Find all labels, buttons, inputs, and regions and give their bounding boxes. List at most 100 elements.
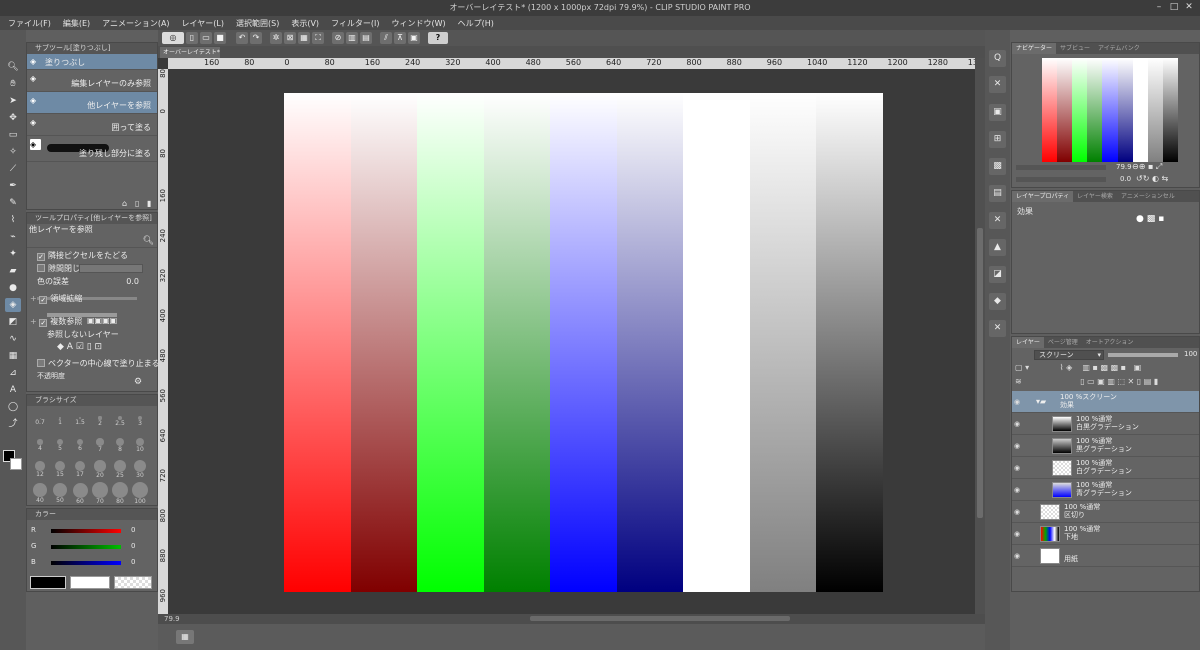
brush-size-preset[interactable]: 20 — [91, 458, 109, 479]
redo-icon[interactable]: ↷ — [250, 32, 262, 44]
balloon-icon[interactable]: ◯ — [5, 400, 21, 414]
maximize-icon[interactable]: □ — [1167, 1, 1181, 14]
eye-icon[interactable]: ◉ — [1014, 398, 1020, 406]
prop-follow-adjacent[interactable]: ✓ 隣接ピクセルをたどる — [27, 250, 157, 263]
fill-tool-icon[interactable]: ◈ — [5, 298, 21, 312]
refer-layers-icons[interactable]: ▣▣▣▣ — [87, 316, 117, 325]
hand-tool-icon[interactable]: ✋︎ — [5, 77, 21, 91]
gradient-icon[interactable]: ◩ — [5, 315, 21, 329]
timeline-icon[interactable]: ▦ — [176, 630, 194, 644]
prop-close-gap[interactable]: 隙間閉じ — [27, 263, 157, 276]
deselect-icon[interactable]: ⊘ — [332, 32, 344, 44]
brush-size-preset[interactable]: 1.5 — [71, 410, 89, 426]
pencil-tool-icon[interactable]: ✎ — [5, 196, 21, 210]
open-file-icon[interactable]: ▭ — [200, 32, 212, 44]
canvas-document[interactable] — [284, 93, 884, 592]
tab-page-manager[interactable]: ページ管理 — [1044, 337, 1082, 348]
channel-value[interactable]: 0 — [131, 542, 135, 550]
scroll-thumb[interactable] — [977, 228, 983, 518]
horizontal-scrollbar[interactable] — [530, 616, 790, 621]
tab-item-bank[interactable]: アイテムバンク — [1094, 43, 1144, 54]
clear-outside-icon[interactable]: ⊠ — [284, 32, 296, 44]
menu-layer[interactable]: レイヤー(L) — [182, 18, 224, 29]
ruler-icon[interactable]: ⊿ — [5, 366, 21, 380]
save-icon[interactable]: ■ — [214, 32, 226, 44]
move-layer-icon[interactable]: ✥ — [5, 111, 21, 125]
text-tool-icon[interactable]: A — [5, 383, 21, 397]
sub-color-chip[interactable] — [70, 576, 110, 589]
vertical-scrollbar[interactable] — [975, 58, 985, 620]
show-selection-icon[interactable]: ▤ — [360, 32, 372, 44]
layer-toolbar[interactable]: ▢ ▾ ⌇ ◈ ▥ ▪ ▩ ▩ ▪ ▣ — [1015, 363, 1197, 375]
color-channel-row[interactable]: G 0 — [31, 542, 155, 552]
menu-window[interactable]: ウィンドウ(W) — [392, 18, 446, 29]
duplicate-subtool-icon[interactable]: ⌂ — [122, 199, 127, 208]
color-channel-row[interactable]: B 0 — [31, 558, 155, 568]
eyedropper-icon[interactable]: ⟋ — [5, 162, 21, 176]
snap-special-ruler-icon[interactable]: ⊼ — [394, 32, 406, 44]
eye-icon[interactable]: ◉ — [1014, 442, 1020, 450]
eye-icon[interactable]: ◉ — [1014, 530, 1020, 538]
brush-size-preset[interactable]: 8 — [111, 434, 129, 453]
blend-icon[interactable]: ● — [5, 281, 21, 295]
prop-color-margin[interactable]: 色の誤差 0.0 — [27, 276, 157, 289]
new-file-icon[interactable]: ▯ — [186, 32, 198, 44]
eye-icon[interactable]: ◉ — [1014, 486, 1020, 494]
transform-icon[interactable]: ⛶ — [312, 32, 324, 44]
brush-size-preset[interactable]: 2.5 — [111, 410, 129, 427]
layer-property-icon[interactable]: ✕ — [989, 76, 1006, 93]
tab-layer[interactable]: レイヤー — [1012, 337, 1044, 348]
new-subtool-icon[interactable]: ▯ — [135, 199, 139, 208]
layer-row[interactable]: ◉ 100 %通常 区切り — [1012, 501, 1199, 523]
delete-subtool-icon[interactable]: ▮ — [147, 199, 151, 208]
brush-size-preset[interactable]: 2 — [91, 410, 109, 427]
tab-layer-search[interactable]: レイヤー検索 — [1073, 191, 1117, 202]
checkbox-icon[interactable]: ✓ — [39, 296, 48, 304]
menu-help[interactable]: ヘルプ(H) — [458, 18, 494, 29]
checkbox-icon[interactable]: ✓ — [39, 319, 48, 327]
invert-selection-icon[interactable]: ▥ — [346, 32, 358, 44]
brush-size-preset[interactable]: 70 — [91, 482, 109, 505]
eraser-icon[interactable]: ▰ — [5, 264, 21, 278]
layer-command-bar[interactable]: ≋ ▯ ▭ ▣ ▥ ⬚ ✕ ▯ ▤ ▮ — [1015, 377, 1197, 387]
history-icon[interactable]: ⊞ — [989, 131, 1006, 148]
layer-row[interactable]: ◉ ▾▰ 100 %スクリーン 効果 — [1012, 391, 1199, 413]
tab-auto-action[interactable]: オートアクション — [1082, 337, 1138, 348]
brush-size-preset[interactable]: 40 — [31, 482, 49, 504]
menu-selection[interactable]: 選択範囲(S) — [236, 18, 279, 29]
checkbox-icon[interactable] — [37, 359, 45, 367]
clear-icon[interactable]: ✲ — [270, 32, 282, 44]
brush-size-preset[interactable]: 60 — [71, 482, 89, 505]
operation-tool-icon[interactable]: ➤ — [5, 94, 21, 108]
zoom-tool-icon[interactable]: 🔍︎ — [5, 60, 21, 74]
document-tab[interactable]: オーバーレイテスト* — [160, 47, 220, 58]
brush-size-preset[interactable]: 4 — [31, 434, 49, 452]
navigator-zoom-slider[interactable] — [1016, 165, 1106, 170]
tab-animation-cel[interactable]: アニメーションセル — [1117, 191, 1179, 202]
minimize-icon[interactable]: – — [1152, 1, 1166, 14]
auto-select-icon[interactable]: ✧ — [5, 145, 21, 159]
snap-grid-icon[interactable]: ▣ — [408, 32, 420, 44]
navigator-zoom-buttons[interactable]: ⊖⊕ ▪ ⤢ — [1132, 162, 1162, 172]
layer-row[interactable]: ◉ 100 %通常 白グラデーション — [1012, 457, 1199, 479]
tab-layer-property[interactable]: レイヤープロパティ — [1012, 191, 1074, 202]
page-icon[interactable]: ▤ — [989, 185, 1006, 202]
brush-size-preset[interactable]: 3 — [131, 410, 149, 427]
wrench-icon[interactable]: ⚙ — [134, 377, 142, 387]
brush-size-preset[interactable]: 10 — [131, 434, 149, 453]
not-referred-icons[interactable]: ◆ A ☑ ▯ ⊡ — [27, 342, 157, 358]
eye-icon[interactable]: ◉ — [1014, 552, 1020, 560]
undo-icon[interactable]: ↶ — [236, 32, 248, 44]
layer-row[interactable]: ◉ 用紙 — [1012, 545, 1199, 567]
clip-studio-icon[interactable]: ◎ — [162, 32, 184, 44]
subtool-item-enclose[interactable]: ◈ 囲って塗る — [27, 114, 157, 136]
material-icon[interactable]: ▣ — [989, 104, 1006, 121]
eye-icon[interactable]: ◉ — [1014, 508, 1020, 516]
animation-icon[interactable]: ✕ — [989, 212, 1006, 229]
brush-size-preset[interactable]: 12 — [31, 458, 49, 478]
magnifier-icon[interactable]: 🔍︎ — [143, 236, 154, 246]
layer-opacity-value[interactable]: 100 — [1184, 350, 1197, 358]
brush-size-preset[interactable]: 1 — [51, 410, 69, 426]
channel-slider[interactable] — [51, 545, 121, 549]
navigator-rotate-buttons[interactable]: ↺↻ ◐ ⇆ — [1136, 174, 1168, 183]
